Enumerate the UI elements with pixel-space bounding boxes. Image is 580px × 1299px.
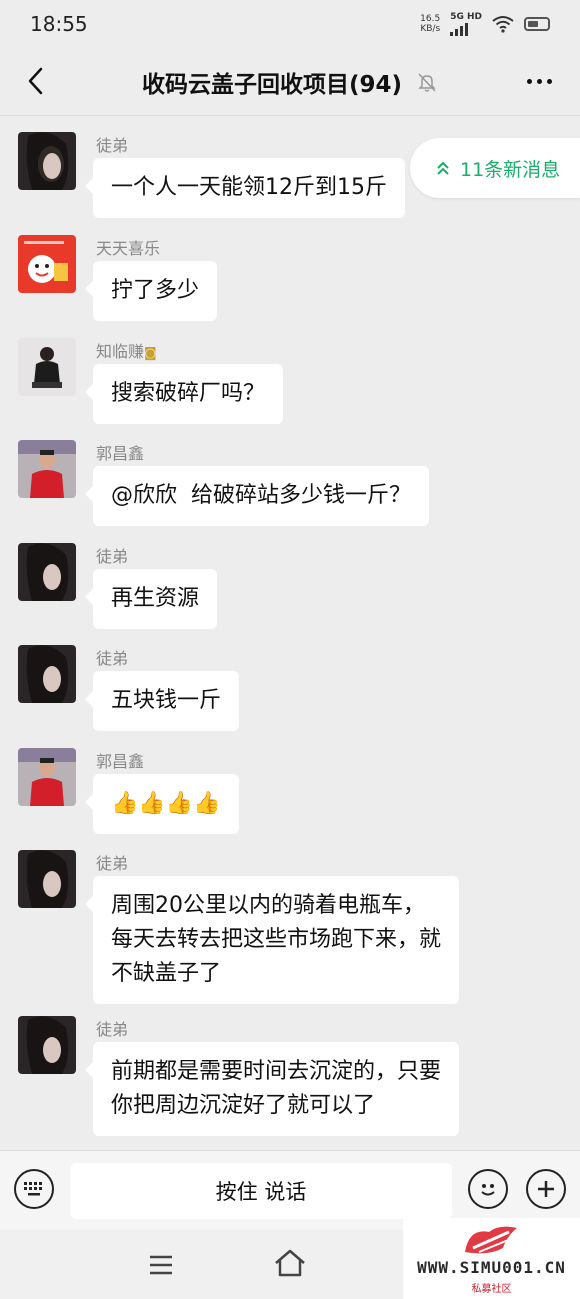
money-bag-icon: ◙ xyxy=(144,346,157,361)
avatar[interactable] xyxy=(18,748,76,806)
message-bubble[interactable]: 拧了多少 xyxy=(84,261,218,321)
avatar[interactable] xyxy=(18,132,76,190)
sender-name: 徒弟 xyxy=(96,649,129,668)
sender-name: 徒弟 xyxy=(96,1020,129,1039)
more-functions-button[interactable] xyxy=(526,1169,566,1209)
battery-icon xyxy=(524,17,550,31)
network-indicator: 5G HD xyxy=(450,12,482,36)
wifi-icon xyxy=(492,16,514,33)
avatar[interactable] xyxy=(18,338,76,396)
sender-name: 郭昌鑫 xyxy=(96,444,145,463)
keyboard-icon xyxy=(24,1182,42,1196)
sender-name: 天天喜乐 xyxy=(96,239,161,258)
message-bubble[interactable]: 一个人一天能领12斤到15斤 xyxy=(85,158,405,218)
new-messages-pill[interactable]: 11条新消息 xyxy=(410,138,580,198)
avatar[interactable] xyxy=(18,645,76,703)
watermark-logo-icon xyxy=(465,1226,517,1254)
menu-icon xyxy=(150,1255,172,1275)
new-messages-label: 11条新消息 xyxy=(460,158,561,181)
status-bar: 18:55 16.5 KB/s 5G HD xyxy=(0,0,580,48)
avatar[interactable] xyxy=(18,235,76,293)
net-speed: 16.5 KB/s xyxy=(420,14,441,34)
message-bubble[interactable]: 周围20公里以内的骑着电瓶车， 每天去转去把这些市场跑下来，就 不缺盖子了 xyxy=(84,876,460,1004)
message-bubble[interactable]: @欣欣 给破碎站多少钱一斤？ xyxy=(85,466,429,526)
watermark: WWW.SIMU001.CN 私募社区 xyxy=(403,1218,580,1299)
signal-icon xyxy=(450,22,482,36)
home-button[interactable] xyxy=(273,1248,307,1278)
chevron-left-icon xyxy=(28,67,43,95)
keyboard-toggle-button[interactable] xyxy=(14,1169,54,1209)
message-bubble[interactable]: 五块钱一斤 xyxy=(84,671,240,731)
sender-name: 郭昌鑫 xyxy=(96,752,145,771)
message-bubble[interactable]: 再生资源 xyxy=(84,569,218,629)
menu-button[interactable] xyxy=(146,1252,176,1278)
more-options-button[interactable] xyxy=(522,68,556,94)
chat-header: 收码云盖子回收项目(94) xyxy=(0,48,580,116)
message-bubble[interactable]: 👍👍👍👍 xyxy=(85,774,239,834)
message-bubble[interactable]: 前期都是需要时间去沉淀的，只要 你把周边沉淀好了就可以了 xyxy=(84,1042,460,1136)
smiley-icon xyxy=(481,1184,495,1196)
sender-name: 徒弟 xyxy=(96,547,129,566)
chat-title: 收码云盖子回收项目(94) xyxy=(141,71,403,98)
back-button[interactable] xyxy=(20,64,50,98)
home-icon xyxy=(275,1249,305,1277)
sender-name: 知临赚◙ xyxy=(96,342,157,361)
watermark-subtext: 私募社区 xyxy=(471,1284,512,1295)
avatar[interactable] xyxy=(18,850,76,908)
watermark-text: WWW.SIMU001.CN xyxy=(417,1258,566,1277)
avatar[interactable] xyxy=(18,543,76,601)
mute-bell-icon xyxy=(418,72,436,92)
plus-icon xyxy=(538,1181,554,1197)
avatar[interactable] xyxy=(18,1016,76,1074)
status-icons: 16.5 KB/s 5G HD xyxy=(420,12,550,36)
emoji-button[interactable] xyxy=(468,1169,508,1209)
sender-name: 徒弟 xyxy=(96,854,129,873)
hold-to-talk-button[interactable]: 按住 说话 xyxy=(70,1163,452,1219)
message-bubble[interactable]: 搜索破碎厂吗？ xyxy=(84,364,284,424)
double-chevron-up-icon xyxy=(437,161,449,175)
avatar[interactable] xyxy=(18,440,76,498)
sender-name: 徒弟 xyxy=(96,136,129,155)
status-time: 18:55 xyxy=(30,12,88,36)
